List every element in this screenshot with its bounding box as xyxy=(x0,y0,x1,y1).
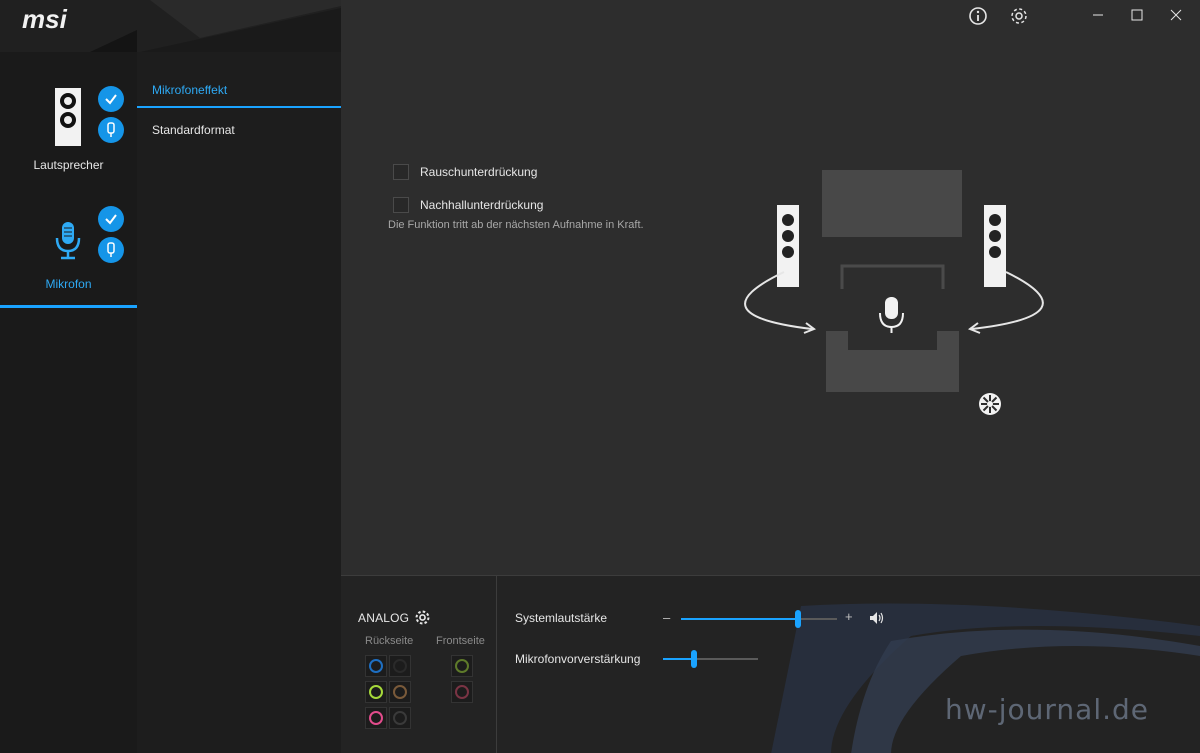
maximize-icon[interactable] xyxy=(1122,4,1152,26)
option-reverb-suppression[interactable]: Nachhallunterdrückung xyxy=(393,196,543,214)
mic-boost-fill xyxy=(663,658,694,660)
nahimic-logo-icon xyxy=(979,393,1001,415)
jack-plug-icon xyxy=(107,122,115,137)
option-label: Nachhallunterdrückung xyxy=(420,198,544,212)
microphone-icon xyxy=(879,297,904,333)
checkbox-noise-suppression[interactable] xyxy=(393,164,409,180)
main-panel: Rauschunterdrückung Nachhallunterdrückun… xyxy=(341,0,1200,575)
volume-plus-button[interactable]: + xyxy=(845,609,853,624)
mic-boost-label: Mikrofonvorverstärkung xyxy=(515,652,641,666)
gear-icon[interactable] xyxy=(414,609,431,626)
rear-jack-black[interactable] xyxy=(389,655,411,677)
option-label: Rauschunterdrückung xyxy=(420,165,538,179)
option-noise-suppression[interactable]: Rauschunterdrückung xyxy=(393,163,537,181)
check-icon xyxy=(105,94,117,105)
device-speaker[interactable]: Lautsprecher xyxy=(0,70,137,185)
volume-minus-button[interactable]: – xyxy=(663,610,670,625)
speaker-volume-icon[interactable] xyxy=(869,611,885,625)
minimize-icon[interactable] xyxy=(1083,4,1113,26)
front-jack-green[interactable] xyxy=(451,655,473,677)
device-microphone[interactable]: Mikrofon xyxy=(0,190,137,308)
system-volume-fill xyxy=(681,618,798,620)
bottom-bar: ANALOG Rückseite Frontseite Systemlautst… xyxy=(341,575,1200,753)
speaker-jack-button[interactable] xyxy=(98,117,124,143)
msi-logo: msi xyxy=(22,4,67,34)
device-label-speaker: Lautsprecher xyxy=(33,158,104,172)
settings-icon[interactable] xyxy=(1009,6,1029,26)
rear-panel-label: Rückseite xyxy=(365,635,414,647)
rear-jack-blue[interactable] xyxy=(365,655,387,677)
system-volume-slider[interactable] xyxy=(681,610,837,628)
mic-boost-thumb[interactable] xyxy=(691,650,697,668)
brand-header: msi xyxy=(0,0,341,52)
front-jack-pink[interactable] xyxy=(451,681,473,703)
menu-item-mikrofoneffekt[interactable]: Mikrofoneffekt xyxy=(137,72,341,108)
microphone-default-button[interactable] xyxy=(98,206,124,232)
microphone-jack-button[interactable] xyxy=(98,237,124,263)
info-icon[interactable] xyxy=(968,6,988,26)
speaker-default-button[interactable] xyxy=(98,86,124,112)
watermark-text: hw-journal.de xyxy=(945,693,1150,726)
analog-jack-panel: ANALOG Rückseite Frontseite xyxy=(341,576,497,753)
jack-plug-icon xyxy=(107,242,115,257)
device-sidebar: Lautsprecher Mikrofon xyxy=(0,0,137,753)
front-panel-label: Frontseite xyxy=(436,635,485,647)
rear-jack-orange[interactable] xyxy=(389,681,411,703)
speaker-icon xyxy=(55,88,81,146)
rear-jack-green[interactable] xyxy=(365,681,387,703)
check-icon xyxy=(105,214,117,225)
microphone-icon xyxy=(55,222,81,260)
mic-boost-slider[interactable] xyxy=(663,650,758,668)
rear-jack-pink[interactable] xyxy=(365,707,387,729)
system-volume-label: Systemlautstärke xyxy=(515,611,608,625)
menu-item-standardformat[interactable]: Standardformat xyxy=(137,112,341,148)
checkbox-reverb-suppression[interactable] xyxy=(393,197,409,213)
rear-jack-gray[interactable] xyxy=(389,707,411,729)
effect-hint-text: Die Funktion tritt ab der nächsten Aufna… xyxy=(388,219,644,231)
close-icon[interactable] xyxy=(1161,4,1191,26)
system-volume-thumb[interactable] xyxy=(795,610,801,628)
device-label-microphone: Mikrofon xyxy=(45,277,92,291)
analog-title: ANALOG xyxy=(358,611,410,625)
effects-menu: Mikrofoneffekt Standardformat xyxy=(137,52,341,753)
room-illustration xyxy=(744,170,1044,415)
